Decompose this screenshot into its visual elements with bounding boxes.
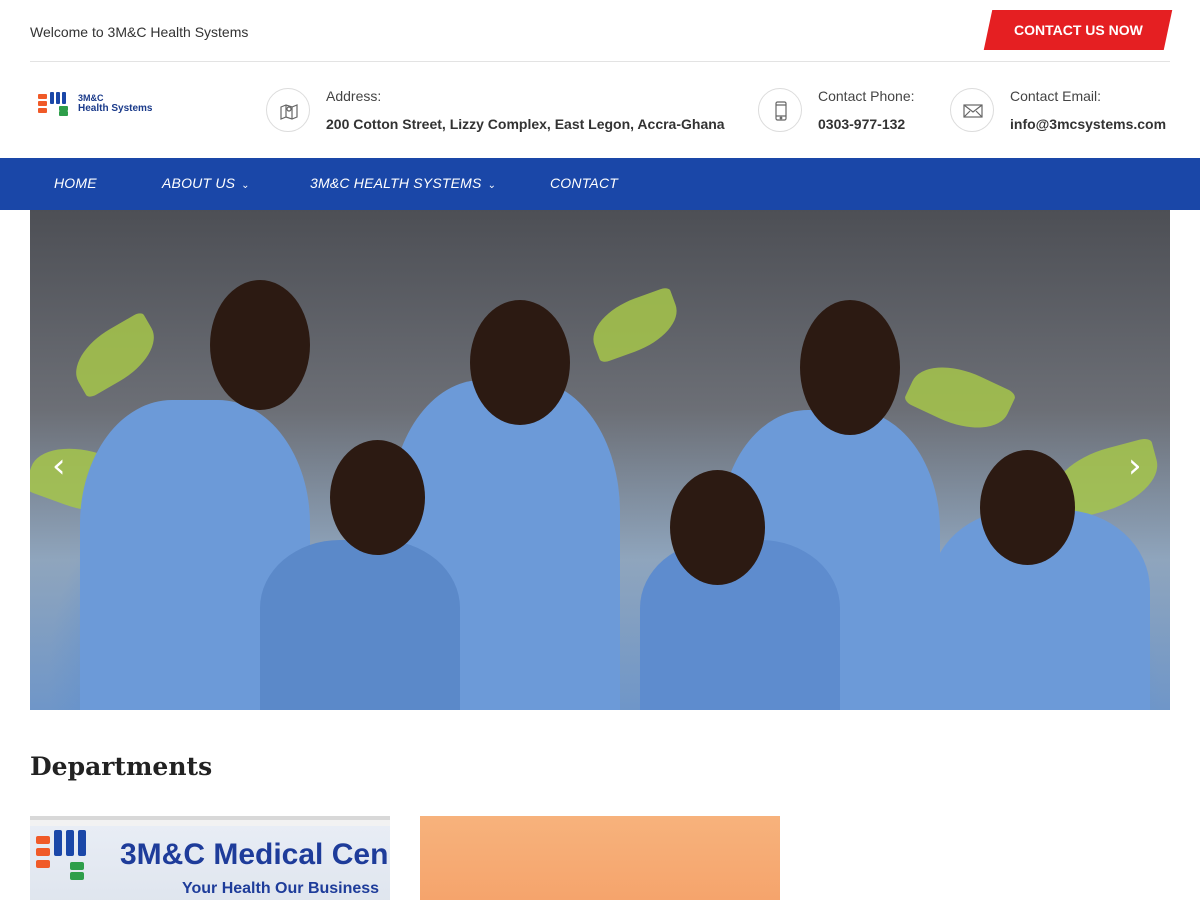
hero-photo-detail [470, 300, 570, 425]
welcome-text: Welcome to 3M&C Health Systems [30, 24, 249, 40]
mobile-phone-icon [758, 88, 802, 132]
map-icon [266, 88, 310, 132]
hero-photo-detail [980, 450, 1075, 565]
top-bar: Welcome to 3M&C Health Systems CONTACT U… [30, 0, 1173, 62]
hero-photo-detail [63, 310, 167, 400]
chevron-down-icon: ⌄ [487, 180, 497, 191]
contact-us-now-button[interactable]: CONTACT US NOW [983, 10, 1173, 50]
nav-item-about-us[interactable]: ABOUT US ⌄ [162, 175, 250, 191]
address-label: Address: [326, 88, 382, 104]
nav-item-contact[interactable]: CONTACT [550, 175, 618, 191]
email-label: Contact Email: [1010, 88, 1102, 104]
logo-line1: 3M&C [78, 93, 104, 103]
hero-photo-detail [584, 286, 686, 364]
hero-slider[interactable]: ‹ › [30, 210, 1170, 710]
nav-item-health-systems[interactable]: 3M&C HEALTH SYSTEMS ⌄ [310, 175, 496, 191]
nav-item-health-systems-label: 3M&C HEALTH SYSTEMS [310, 175, 482, 191]
chevron-down-icon: ⌄ [241, 180, 250, 191]
header: 3M&C Health Systems Address: 200 Cotton … [0, 62, 1200, 158]
hero-photo-detail [903, 351, 1017, 444]
hero-photo-detail [210, 280, 310, 410]
site-logo[interactable]: 3M&C Health Systems [38, 92, 158, 118]
nav-item-home-label: HOME [54, 175, 97, 191]
department-card[interactable]: 3M&C Medical Cen Your Health Our Busines… [30, 816, 390, 900]
hero-photo-detail [260, 540, 460, 710]
main-nav: HOME ABOUT US ⌄ 3M&C HEALTH SYSTEMS ⌄ CONT… [0, 158, 1200, 210]
logo-line2: Health Systems [78, 103, 153, 114]
hero-photo-detail [330, 440, 425, 555]
department-sign-subtitle: Your Health Our Business [182, 880, 380, 897]
department-card-image: 3M&C Medical Cen Your Health Our Busines… [30, 826, 390, 900]
nav-item-contact-label: CONTACT [550, 175, 619, 191]
envelope-icon [950, 88, 994, 132]
address-value: 200 Cotton Street, Lizzy Complex, East L… [326, 116, 725, 132]
department-sign-title: 3M&C Medical Cen [120, 838, 389, 871]
chevron-left-icon[interactable]: ‹ [52, 446, 66, 486]
departments-heading: Departments [30, 752, 213, 781]
phone-label: Contact Phone: [818, 88, 915, 104]
phone-value[interactable]: 0303-977-132 [818, 116, 905, 132]
contact-us-now-label: CONTACT US NOW [1013, 22, 1143, 38]
chevron-right-icon[interactable]: › [1128, 446, 1142, 486]
hero-photo-detail [670, 470, 765, 585]
department-card[interactable] [420, 816, 780, 900]
email-value[interactable]: info@3mcsystems.com [1010, 116, 1166, 132]
nav-item-home[interactable]: HOME [54, 175, 97, 191]
nav-item-about-us-label: ABOUT US [162, 175, 236, 191]
hero-photo-detail [800, 300, 900, 435]
